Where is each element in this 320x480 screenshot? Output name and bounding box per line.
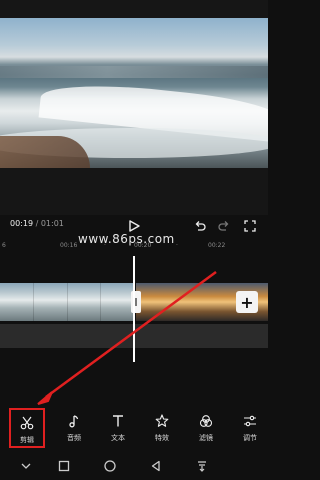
current-time: 00:19: [10, 219, 34, 228]
music-note-icon: [65, 412, 83, 430]
effects-star-icon: [153, 412, 171, 430]
undo-button[interactable]: [190, 216, 210, 236]
square-icon: [58, 460, 70, 472]
nav-home-button[interactable]: [100, 456, 120, 476]
time-separator: /: [33, 219, 41, 228]
clip-frame-divider: [33, 283, 34, 321]
tool-label: 调节: [243, 434, 257, 442]
nav-back-button[interactable]: [146, 456, 166, 476]
chevron-down-icon: [21, 463, 31, 469]
clip-frame-divider: [100, 283, 101, 321]
play-icon: [129, 220, 140, 232]
ruler-tick: 00:22: [208, 242, 226, 249]
tool-text[interactable]: 文本: [100, 408, 136, 448]
redo-icon: [218, 221, 229, 231]
system-nav-bar: [0, 452, 268, 480]
back-triangle-icon: [151, 460, 160, 472]
tool-label: 特效: [155, 434, 169, 442]
adjust-sliders-icon: [241, 412, 259, 430]
undo-icon: [195, 221, 206, 231]
redo-button[interactable]: [214, 216, 234, 236]
scissors-icon: [18, 414, 36, 432]
tool-edit[interactable]: 剪辑: [9, 408, 45, 448]
tool-audio[interactable]: 音频: [56, 408, 92, 448]
fullscreen-button[interactable]: [240, 216, 260, 236]
bottom-toolbar: 剪辑 音频 文本 特效 滤镜 调节: [0, 408, 268, 448]
handle-grip: [135, 298, 137, 306]
clip-frame-divider: [67, 283, 68, 321]
ruler-tick: 00:16: [60, 242, 78, 249]
circle-icon: [104, 460, 116, 472]
download-menu-icon: [198, 461, 206, 472]
tool-label: 剪辑: [20, 436, 34, 444]
filter-icon: [197, 412, 215, 430]
nav-menu-button[interactable]: [192, 456, 212, 476]
playhead[interactable]: [133, 256, 135, 362]
tool-label: 音频: [67, 434, 81, 442]
tool-adjust[interactable]: 调节: [232, 408, 268, 448]
tool-label: 文本: [111, 434, 125, 442]
ruler-tick: ·: [176, 242, 178, 249]
tool-filter[interactable]: 滤镜: [188, 408, 224, 448]
tool-effects[interactable]: 特效: [144, 408, 180, 448]
video-preview-frame[interactable]: [0, 18, 268, 168]
watermark-text: www.86ps.com: [78, 232, 175, 246]
nav-collapse-button[interactable]: [16, 456, 36, 476]
preview-mountains: [0, 66, 268, 78]
add-clip-button[interactable]: +: [236, 291, 258, 313]
total-time: 01:01: [40, 219, 64, 228]
video-clip-sea[interactable]: [0, 283, 134, 321]
fullscreen-icon: [244, 220, 256, 232]
video-preview-area: [0, 0, 268, 215]
timecode: 00:19 / 01:01: [10, 219, 64, 228]
nav-recents-button[interactable]: [54, 456, 74, 476]
ruler-tick: 6: [2, 242, 6, 249]
text-icon: [109, 412, 127, 430]
tool-label: 滤镜: [199, 434, 213, 442]
